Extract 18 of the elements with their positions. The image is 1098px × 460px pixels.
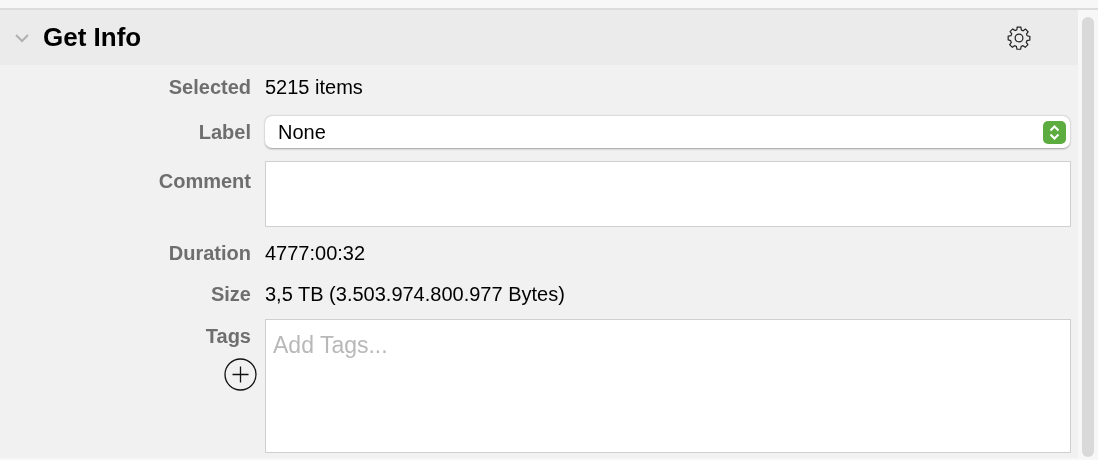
field-label: Comment: [158, 169, 251, 193]
field-value: 5215 items: [265, 76, 363, 98]
scrollbar[interactable]: [1082, 17, 1094, 457]
field-label: Duration: [168, 241, 251, 265]
field-label: Label: [198, 120, 251, 144]
field-value: 4777:00:32: [265, 242, 366, 264]
placeholder-text: Add Tags...: [273, 332, 388, 358]
field-label: Size: [210, 282, 251, 306]
label-popup[interactable]: None: [265, 116, 1070, 148]
field-value: 3,5 TB (3.503.974.800.977 Bytes): [265, 283, 565, 305]
comment-field[interactable]: [265, 161, 1071, 227]
add-icon[interactable]: [224, 358, 257, 391]
section-title: Get Info: [43, 21, 142, 54]
field-label: Tags: [205, 324, 251, 348]
stepper-icon: [1043, 120, 1066, 144]
field-label: Selected: [168, 75, 251, 99]
chevron-icon[interactable]: [14, 32, 30, 43]
settings-icon[interactable]: [1006, 24, 1032, 51]
